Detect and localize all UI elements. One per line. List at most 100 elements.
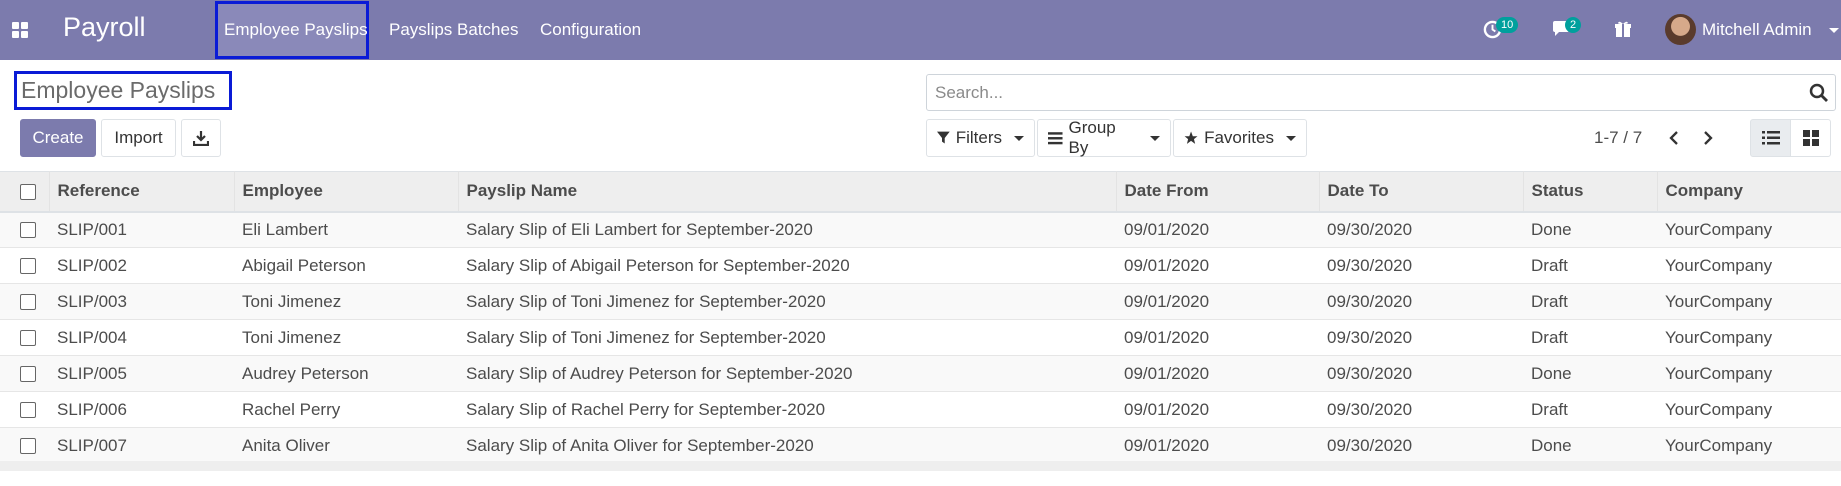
table-row[interactable]: SLIP/007 Anita Oliver Salary Slip of Ani… bbox=[0, 427, 1841, 464]
cell-date-to: 09/30/2020 bbox=[1327, 363, 1413, 383]
user-menu-chevron-down-icon[interactable] bbox=[1829, 28, 1839, 33]
cell-company: YourCompany bbox=[1665, 363, 1773, 383]
download-button[interactable] bbox=[181, 119, 221, 157]
row-select-cell bbox=[0, 428, 49, 464]
column-header-employee[interactable]: Employee bbox=[234, 171, 459, 213]
chevron-down-icon bbox=[1014, 135, 1024, 141]
cell-company: YourCompany bbox=[1665, 435, 1773, 455]
cell-company: YourCompany bbox=[1665, 291, 1773, 311]
table-row[interactable]: SLIP/006 Rachel Perry Salary Slip of Rac… bbox=[0, 391, 1841, 428]
column-header-payslip-name[interactable]: Payslip Name bbox=[458, 171, 1117, 213]
table-row[interactable]: SLIP/004 Toni Jimenez Salary Slip of Ton… bbox=[0, 319, 1841, 356]
menu-employee-payslips[interactable]: Employee Payslips bbox=[224, 20, 368, 40]
cell-date-to: 09/30/2020 bbox=[1327, 399, 1413, 419]
menu-configuration[interactable]: Configuration bbox=[540, 20, 641, 40]
search-input[interactable] bbox=[935, 81, 1785, 105]
kanban-view-button[interactable] bbox=[1790, 119, 1831, 157]
cell-company: YourCompany bbox=[1665, 219, 1773, 239]
cell-date-to: 09/30/2020 bbox=[1327, 327, 1413, 347]
cell-employee: Rachel Perry bbox=[242, 399, 341, 419]
group-by-label: Group By bbox=[1068, 118, 1116, 157]
cell-payslip-name: Salary Slip of Toni Jimenez for Septembe… bbox=[466, 327, 826, 347]
row-checkbox[interactable] bbox=[20, 294, 36, 311]
cell-status: Done bbox=[1531, 435, 1572, 455]
column-header-status[interactable]: Status bbox=[1523, 171, 1658, 213]
message-count-badge: 2 bbox=[1565, 17, 1582, 33]
list-view-button[interactable] bbox=[1750, 119, 1791, 157]
cell-reference: SLIP/004 bbox=[57, 327, 127, 347]
create-button[interactable]: Create bbox=[20, 119, 96, 157]
column-header-date-to[interactable]: Date To bbox=[1319, 171, 1524, 213]
cell-payslip-name: Salary Slip of Anita Oliver for Septembe… bbox=[466, 435, 814, 455]
cell-date-to: 09/30/2020 bbox=[1327, 291, 1413, 311]
search-icon[interactable] bbox=[1809, 83, 1829, 103]
kanban-grid-icon bbox=[1803, 130, 1819, 146]
user-avatar[interactable] bbox=[1665, 14, 1696, 45]
group-by-bars-icon bbox=[1048, 131, 1063, 144]
cell-payslip-name: Salary Slip of Abigail Peterson for Sept… bbox=[466, 255, 850, 275]
pager-previous-chevron-left-icon[interactable] bbox=[1660, 125, 1688, 151]
cell-date-from: 09/01/2020 bbox=[1124, 363, 1210, 383]
table-row[interactable]: SLIP/005 Audrey Peterson Salary Slip of … bbox=[0, 355, 1841, 392]
cell-reference: SLIP/001 bbox=[57, 219, 127, 239]
row-checkbox[interactable] bbox=[20, 222, 36, 239]
filters-label: Filters bbox=[955, 128, 1002, 147]
row-select-cell bbox=[0, 320, 49, 356]
cell-status: Draft bbox=[1531, 327, 1568, 347]
cell-employee: Eli Lambert bbox=[242, 219, 328, 239]
cell-status: Draft bbox=[1531, 291, 1568, 311]
top-navbar: Payroll Employee Payslips Payslips Batch… bbox=[0, 0, 1841, 60]
app-name[interactable]: Payroll bbox=[63, 12, 146, 43]
cell-reference: SLIP/002 bbox=[57, 255, 127, 275]
star-icon bbox=[1184, 131, 1198, 144]
filters-dropdown[interactable]: Filters bbox=[926, 119, 1035, 157]
cell-reference: SLIP/006 bbox=[57, 399, 127, 419]
row-checkbox[interactable] bbox=[20, 258, 36, 275]
column-header-reference[interactable]: Reference bbox=[49, 171, 235, 213]
activity-count-badge: 10 bbox=[1496, 17, 1519, 33]
select-all-checkbox[interactable] bbox=[20, 183, 36, 200]
row-select-cell bbox=[0, 248, 49, 284]
apps-menu-icon[interactable] bbox=[12, 22, 28, 38]
table-footer bbox=[0, 461, 1841, 471]
cell-employee: Toni Jimenez bbox=[242, 327, 342, 347]
row-select-cell bbox=[0, 392, 49, 428]
table-row[interactable]: SLIP/002 Abigail Peterson Salary Slip of… bbox=[0, 247, 1841, 284]
pager-value[interactable]: 1-7 / 7 bbox=[1594, 128, 1642, 148]
cell-company: YourCompany bbox=[1665, 327, 1773, 347]
cell-status: Draft bbox=[1531, 255, 1568, 275]
row-checkbox[interactable] bbox=[20, 438, 36, 455]
favorites-dropdown[interactable]: Favorites bbox=[1173, 119, 1307, 157]
cell-date-from: 09/01/2020 bbox=[1124, 255, 1210, 275]
cell-date-from: 09/01/2020 bbox=[1124, 435, 1210, 455]
table-row[interactable]: SLIP/001 Eli Lambert Salary Slip of Eli … bbox=[0, 211, 1841, 248]
list-view-icon bbox=[1762, 131, 1780, 145]
cell-date-from: 09/01/2020 bbox=[1124, 399, 1210, 419]
row-checkbox[interactable] bbox=[20, 330, 36, 347]
row-checkbox[interactable] bbox=[20, 366, 36, 383]
cell-status: Done bbox=[1531, 363, 1572, 383]
cell-payslip-name: Salary Slip of Audrey Peterson for Septe… bbox=[466, 363, 853, 383]
payslip-list: Reference Employee Payslip Name Date Fro… bbox=[0, 171, 1841, 464]
table-row[interactable]: SLIP/003 Toni Jimenez Salary Slip of Ton… bbox=[0, 283, 1841, 320]
cell-date-to: 09/30/2020 bbox=[1327, 435, 1413, 455]
filter-icon bbox=[937, 131, 950, 144]
cell-payslip-name: Salary Slip of Rachel Perry for Septembe… bbox=[466, 399, 826, 419]
gift-icon[interactable] bbox=[1614, 20, 1632, 38]
menu-payslips-batches[interactable]: Payslips Batches bbox=[389, 20, 518, 40]
import-button[interactable]: Import bbox=[101, 119, 176, 157]
row-checkbox[interactable] bbox=[20, 402, 36, 419]
column-header-date-from[interactable]: Date From bbox=[1116, 171, 1320, 213]
user-name[interactable]: Mitchell Admin bbox=[1702, 20, 1812, 40]
page-title: Employee Payslips bbox=[21, 77, 216, 103]
chevron-down-icon bbox=[1286, 135, 1296, 141]
cell-date-from: 09/01/2020 bbox=[1124, 291, 1210, 311]
row-select-cell bbox=[0, 356, 49, 392]
pager-next-chevron-right-icon[interactable] bbox=[1694, 125, 1722, 151]
group-by-dropdown[interactable]: Group By bbox=[1037, 118, 1171, 157]
cell-payslip-name: Salary Slip of Toni Jimenez for Septembe… bbox=[466, 291, 826, 311]
cell-date-from: 09/01/2020 bbox=[1124, 219, 1210, 239]
column-header-company[interactable]: Company bbox=[1657, 171, 1841, 213]
cell-date-to: 09/30/2020 bbox=[1327, 219, 1413, 239]
chevron-down-icon bbox=[1150, 135, 1160, 141]
